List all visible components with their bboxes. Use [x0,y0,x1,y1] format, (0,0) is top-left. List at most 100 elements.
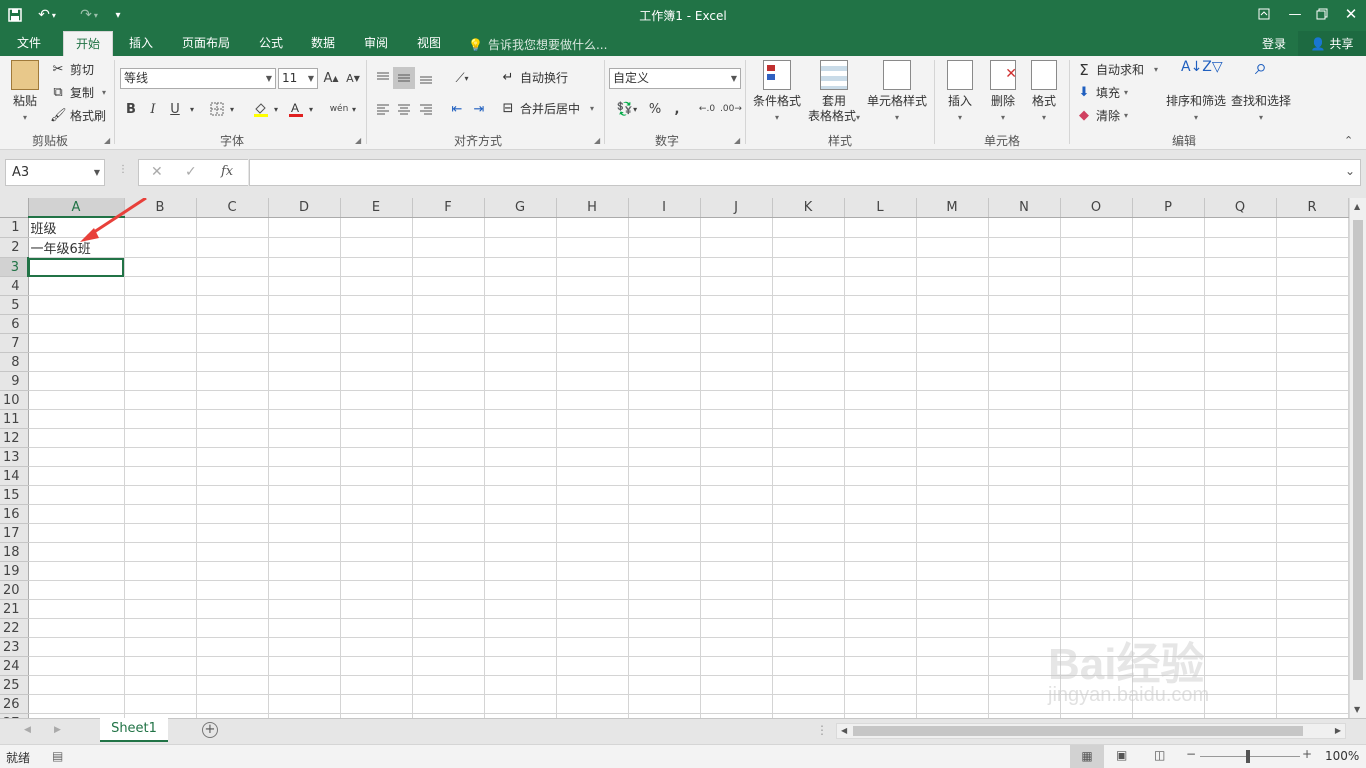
cell[interactable] [628,428,701,448]
expand-formula-icon[interactable]: ⌄ [1345,164,1355,178]
cell[interactable] [1204,485,1277,505]
cell[interactable] [700,504,773,524]
cell[interactable] [628,371,701,391]
cell[interactable] [1276,447,1349,467]
cell[interactable] [484,217,557,238]
cell[interactable] [1204,580,1277,600]
cell[interactable] [28,523,125,543]
minimize-icon[interactable]: — [1281,0,1309,28]
conditional-formatting-button[interactable]: 条件格式 ▾ [748,60,806,125]
cell[interactable] [484,542,557,562]
row-header[interactable]: 22 [0,618,29,638]
tab-home[interactable]: 开始 [63,31,113,56]
cell[interactable] [772,523,845,543]
wrap-text-button[interactable]: ↵ 自动换行 [500,69,568,86]
cell[interactable] [1276,580,1349,600]
cell[interactable] [916,428,989,448]
cell[interactable] [1204,237,1277,258]
copy-button[interactable]: ⧉ 复制 ▾ [50,84,106,101]
cell[interactable] [412,599,485,619]
increase-font-icon[interactable]: A ▲ [320,67,342,89]
row-header[interactable]: 13 [0,447,29,467]
cell[interactable] [844,276,917,296]
cell[interactable] [28,371,125,391]
prev-sheet-icon[interactable]: ◀ [24,725,31,735]
cell[interactable] [340,257,413,277]
cell[interactable] [988,371,1061,391]
cell[interactable] [484,409,557,429]
cell[interactable] [916,276,989,296]
cell[interactable] [196,637,269,657]
cell[interactable] [556,504,629,524]
cell[interactable] [700,333,773,353]
tab-view[interactable]: 视图 [408,31,450,56]
cell[interactable] [628,390,701,410]
cell[interactable] [28,580,125,600]
cell[interactable] [484,371,557,391]
cell[interactable] [484,276,557,296]
tab-review[interactable]: 审阅 [355,31,397,56]
cell[interactable] [196,333,269,353]
decrease-decimal-icon[interactable]: .00→ [720,98,742,120]
cell[interactable] [268,295,341,315]
cell[interactable] [916,409,989,429]
cell[interactable] [1276,237,1349,258]
cell[interactable] [772,371,845,391]
cell[interactable] [916,599,989,619]
cell[interactable] [1060,314,1133,334]
cell[interactable] [28,409,125,429]
cell[interactable] [340,580,413,600]
cell[interactable] [628,485,701,505]
column-header[interactable]: K [772,198,845,218]
cell[interactable] [1204,217,1277,238]
row-header[interactable]: 16 [0,504,29,524]
cell[interactable] [340,485,413,505]
cell[interactable] [556,237,629,258]
cell[interactable] [196,390,269,410]
cell[interactable] [772,314,845,334]
sheet-tab-sheet1[interactable]: Sheet1 [100,718,168,742]
cell[interactable] [700,257,773,277]
cell[interactable] [1276,257,1349,277]
cell[interactable] [412,504,485,524]
cell[interactable] [700,618,773,638]
cell[interactable] [1276,276,1349,296]
cell[interactable] [844,428,917,448]
cell[interactable] [124,599,197,619]
cell[interactable] [28,618,125,638]
tab-page-layout[interactable]: 页面布局 [174,31,238,56]
comma-button[interactable]: , [666,98,688,120]
cell[interactable] [124,580,197,600]
cell[interactable] [412,694,485,714]
cell[interactable] [268,637,341,657]
cell[interactable] [1276,390,1349,410]
cell[interactable] [988,523,1061,543]
cell[interactable] [556,352,629,372]
cell[interactable] [988,333,1061,353]
cell[interactable] [916,447,989,467]
cell[interactable] [1060,599,1133,619]
cell[interactable] [988,237,1061,258]
horizontal-scrollbar[interactable]: ◀ ▶ [836,723,1346,739]
cell[interactable] [484,428,557,448]
cell[interactable] [628,523,701,543]
row-header[interactable]: 5 [0,295,29,315]
cell[interactable] [124,333,197,353]
cell[interactable] [556,447,629,467]
cell[interactable] [988,257,1061,277]
cell[interactable] [268,237,341,258]
cell[interactable] [772,675,845,695]
cell[interactable] [484,333,557,353]
cell[interactable] [772,580,845,600]
worksheet-grid[interactable]: A B C D E F G H I J K L M N O P Q R 1 班级 2 一年级6班 3 4 5 6 7 8 9 10 11 12… [0,198,1366,718]
cell[interactable] [1060,371,1133,391]
column-header[interactable]: J [700,198,773,218]
cell[interactable] [1204,561,1277,581]
column-header[interactable]: H [556,198,629,218]
column-header[interactable]: G [484,198,557,218]
orientation-icon[interactable]: ⟋ ▾ [448,67,476,89]
percent-button[interactable]: % [644,98,666,120]
row-header[interactable]: 7 [0,333,29,353]
font-color-dropdown-icon[interactable]: ▾ [305,98,317,120]
cell[interactable] [196,276,269,296]
